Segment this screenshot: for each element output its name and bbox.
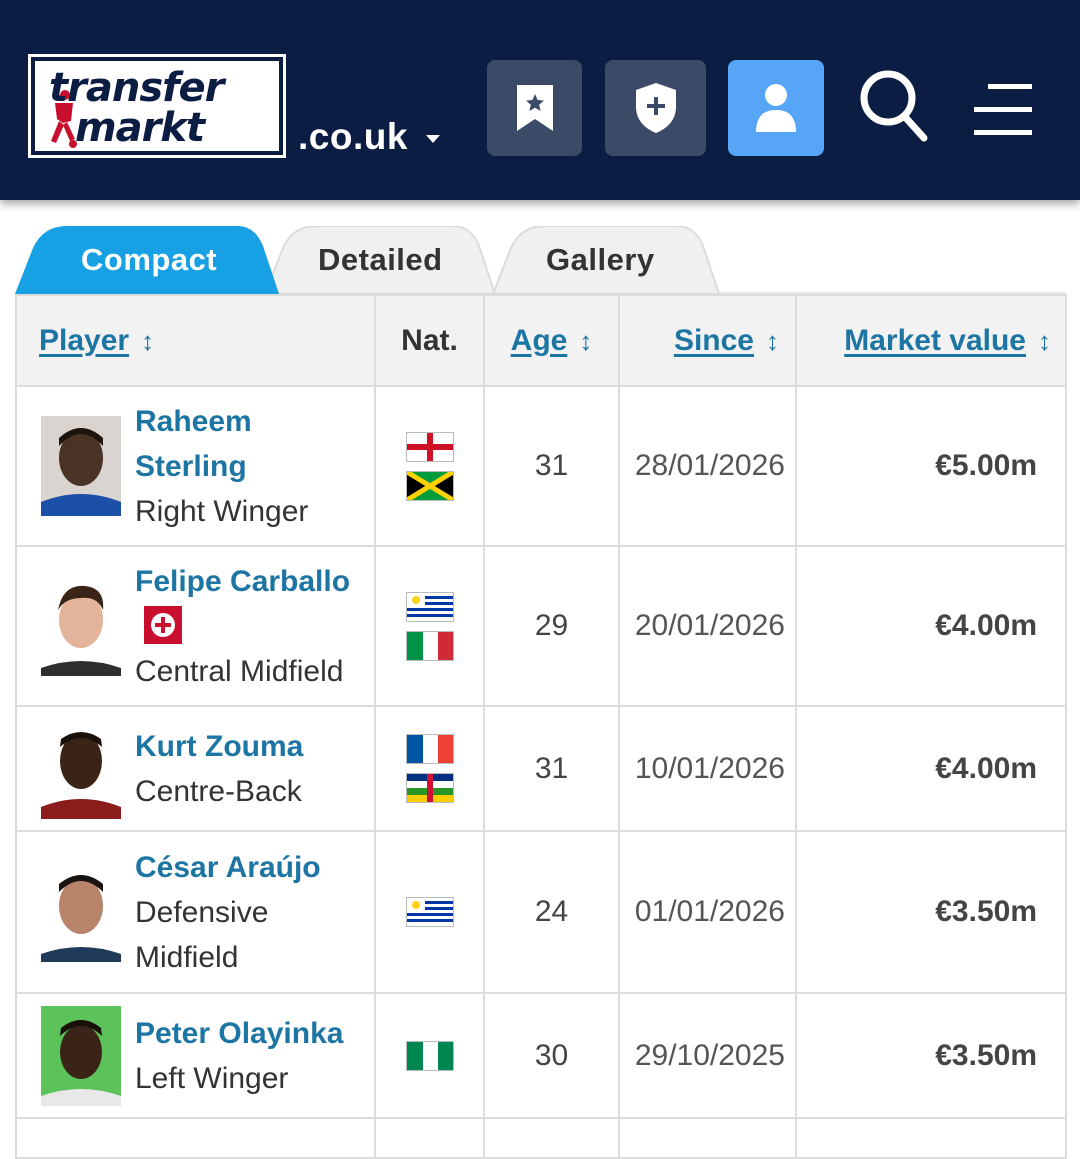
player-position: Midfield [135, 940, 239, 974]
jamaica-flag-icon [405, 470, 454, 501]
player-position: Defensive [135, 895, 269, 929]
player-cell: Felipe Carballo Central Midfield [15, 545, 376, 707]
table-header-row: Player ↕ Nat. Age ↕ Since ↕ Market value ↕ [15, 294, 1067, 387]
england-flag-icon [405, 431, 454, 462]
player-photo[interactable] [41, 862, 121, 962]
player-position: Centre-Back [135, 774, 302, 808]
since-cell: 10/01/2026 [618, 705, 797, 832]
watchlist-button[interactable] [487, 60, 582, 156]
sort-icon: ↕ [579, 325, 593, 356]
bookmark-star-icon [516, 85, 553, 131]
since-cell: 20/01/2026 [618, 545, 797, 707]
player-name-link[interactable]: Raheem [135, 399, 308, 444]
sort-player-link[interactable]: Player [39, 324, 129, 357]
since-cell: 29/10/2025 [618, 992, 797, 1119]
sort-icon: ↕ [1038, 325, 1051, 356]
player-photo[interactable] [41, 576, 121, 676]
france-flag-icon [405, 734, 454, 764]
nationality-cell [374, 545, 485, 707]
nat-header-label: Nat. [401, 323, 458, 357]
player-cell: Peter Olayinka Left Winger [15, 992, 376, 1119]
nationality-cell [374, 830, 485, 994]
market-value-cell[interactable]: €5.00m [795, 385, 1067, 547]
search-button[interactable] [858, 68, 932, 146]
market-value-cell[interactable]: €4.00m [795, 705, 1067, 832]
nigeria-flag-icon [405, 1040, 454, 1071]
age-cell [483, 1117, 620, 1159]
player-position: Central Midfield [135, 654, 344, 688]
player-photo[interactable] [41, 718, 121, 819]
player-name-link[interactable]: Sterling [135, 444, 308, 489]
player-name-link[interactable]: Felipe Carballo [135, 559, 350, 604]
nationality-cell [374, 1117, 485, 1159]
logo-text-markt: markt [75, 105, 205, 151]
search-icon [860, 70, 928, 142]
column-header-market-value[interactable]: Market value ↕ [795, 294, 1067, 387]
player-photo[interactable] [41, 416, 121, 516]
column-header-nat: Nat. [374, 294, 485, 387]
table-row: Felipe Carballo Central Midfield 29 20/0… [15, 545, 1067, 707]
table-row: Peter Olayinka Left Winger 30 29/10/2025… [15, 992, 1067, 1119]
menu-button[interactable] [972, 82, 1034, 138]
player-position: Right Winger [135, 494, 309, 528]
club-follow-button[interactable] [605, 60, 706, 156]
player-cell: Raheem Sterling Right Winger [15, 385, 376, 547]
transfermarkt-logo[interactable]: transfer markt [28, 54, 286, 158]
tab-gallery[interactable]: Gallery [546, 242, 655, 278]
sort-since-link[interactable]: Since [674, 324, 754, 357]
since-cell: 01/01/2026 [618, 830, 797, 994]
sort-icon: ↕ [141, 325, 155, 356]
market-value-cell [795, 1117, 1067, 1159]
market-value-cell[interactable]: €4.00m [795, 545, 1067, 707]
column-header-age[interactable]: Age ↕ [483, 294, 620, 387]
italy-flag-icon [405, 630, 454, 661]
user-account-button[interactable] [728, 60, 824, 156]
nationality-cell [374, 385, 485, 547]
age-cell: 31 [483, 705, 620, 832]
player-cell: Kurt Zouma Centre-Back [15, 705, 376, 832]
logo-panel: transfer markt [35, 61, 279, 151]
tab-detailed[interactable]: Detailed [318, 242, 443, 278]
sort-icon: ↕ [766, 325, 779, 356]
loan-badge-icon [144, 605, 182, 644]
central-african-republic-flag-icon [405, 773, 454, 803]
nationality-cell [374, 705, 485, 832]
player-name-link[interactable]: César Araújo [135, 845, 321, 890]
column-header-since[interactable]: Since ↕ [618, 294, 797, 387]
player-position: Left Winger [135, 1061, 289, 1095]
tab-compact[interactable]: Compact [81, 242, 217, 278]
nationality-cell [374, 992, 485, 1119]
since-cell: 28/01/2026 [618, 385, 797, 547]
player-name-link[interactable]: Kurt Zouma [135, 724, 303, 769]
market-value-cell[interactable]: €3.50m [795, 992, 1067, 1119]
player-photo[interactable] [41, 1005, 121, 1106]
column-header-player[interactable]: Player ↕ [15, 294, 376, 387]
domain-selector[interactable]: .co.uk [298, 116, 440, 158]
shield-plus-icon [635, 83, 676, 133]
uruguay-flag-icon [405, 591, 454, 622]
player-cell: César Araújo Defensive Midfield [15, 830, 376, 994]
player-name-link[interactable]: Peter Olayinka [135, 1011, 343, 1056]
age-cell: 24 [483, 830, 620, 994]
player-cell [15, 1117, 376, 1159]
view-tabs: Compact Detailed Gallery [15, 226, 1065, 294]
market-value-cell[interactable]: €3.50m [795, 830, 1067, 994]
table-row: César Araújo Defensive Midfield 24 01/01… [15, 830, 1067, 994]
domain-label: .co.uk [298, 116, 408, 157]
menu-icon [974, 84, 1032, 135]
squad-table: Player ↕ Nat. Age ↕ Since ↕ Market value ↕ [15, 294, 1067, 1159]
table-row: Kurt Zouma Centre-Back 31 10/01/2026 €4.… [15, 705, 1067, 832]
table-row [15, 1117, 1067, 1159]
age-cell: 29 [483, 545, 620, 707]
uruguay-flag-icon [405, 897, 454, 927]
age-cell: 31 [483, 385, 620, 547]
since-cell [618, 1117, 797, 1159]
table-row: Raheem Sterling Right Winger 31 28/01/20… [15, 385, 1067, 547]
chevron-down-icon [425, 135, 440, 143]
sort-age-link[interactable]: Age [511, 324, 568, 357]
user-icon [756, 84, 796, 132]
top-header: transfer markt .co.uk [0, 0, 1080, 200]
sort-market-value-link[interactable]: Market value [844, 324, 1026, 357]
age-cell: 30 [483, 992, 620, 1119]
